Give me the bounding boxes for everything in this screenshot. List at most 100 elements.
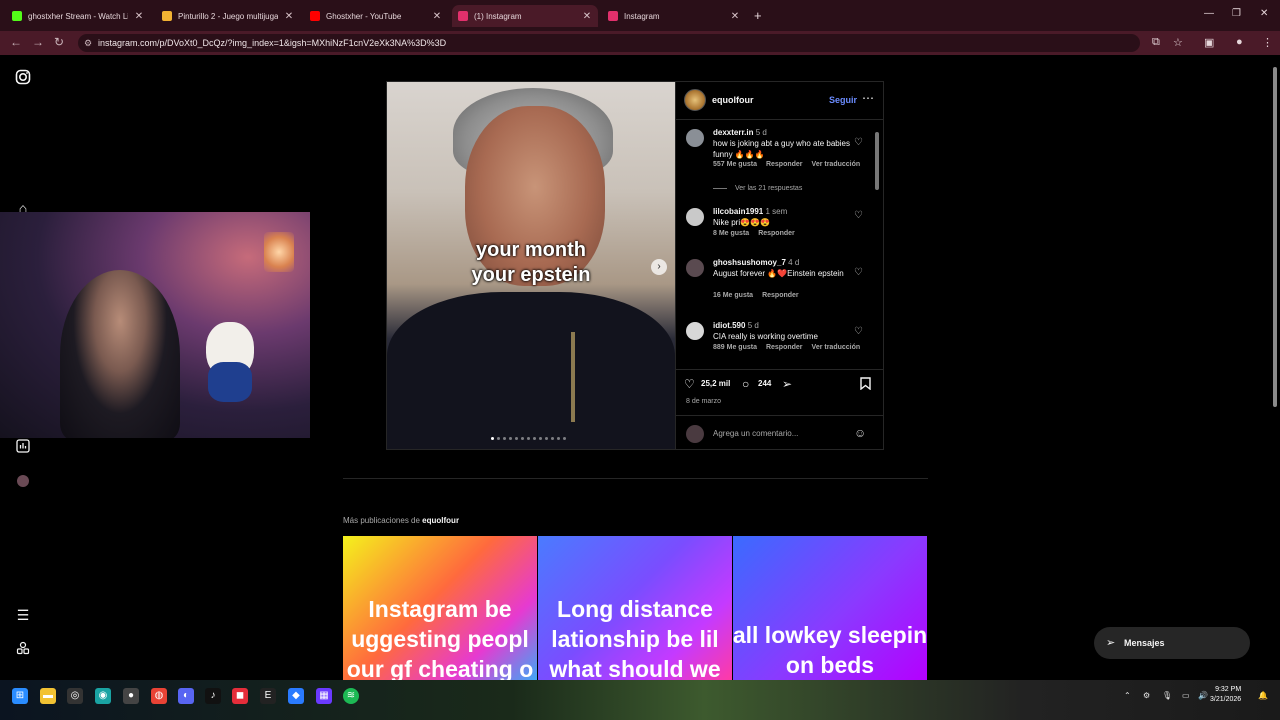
instagram-logo-icon[interactable]	[14, 69, 32, 87]
commenter-avatar[interactable]	[686, 208, 704, 226]
like-comment-icon[interactable]: ♡	[854, 326, 863, 337]
more-options-icon[interactable]: ⋯	[862, 91, 874, 105]
section-divider	[343, 478, 928, 479]
reply-button[interactable]: Responder	[766, 161, 803, 168]
dashboard-icon[interactable]	[14, 439, 32, 457]
file-explorer-icon[interactable]: ▬	[40, 688, 56, 704]
tiktok-icon[interactable]: ♪	[205, 688, 221, 704]
app-icon[interactable]: ▦	[316, 688, 332, 704]
tray-overflow-icon[interactable]: ⌃	[1124, 691, 1131, 700]
comments-scrollbar[interactable]	[874, 124, 880, 368]
page-scrollbar[interactable]	[1272, 63, 1278, 413]
scrollbar-thumb[interactable]	[875, 132, 879, 190]
like-comment-icon[interactable]: ♡	[854, 210, 863, 221]
close-window-icon[interactable]: ✕	[1260, 8, 1268, 19]
save-bookmark-icon[interactable]	[860, 377, 871, 393]
discord-icon[interactable]: ◐	[178, 688, 194, 704]
chrome-icon[interactable]: ◍	[151, 688, 167, 704]
comment-username[interactable]: dexxterr.in	[713, 128, 753, 137]
comment-likes[interactable]: 557 Me gusta	[713, 161, 757, 168]
spotify-icon[interactable]: ≋	[343, 688, 359, 704]
add-comment-input[interactable]: Agrega un comentario...	[713, 429, 798, 438]
tab-kick[interactable]: ghostxher Stream - Watch Live ✕	[6, 5, 150, 27]
close-tab-icon[interactable]: ✕	[432, 11, 442, 22]
author-username[interactable]: equolfour	[712, 95, 754, 105]
commenter-avatar[interactable]	[686, 259, 704, 277]
comment-icon[interactable]: ○	[742, 377, 749, 391]
app-icon[interactable]: ◉	[95, 688, 111, 704]
browser-menu-icon[interactable]: ⋮	[1262, 36, 1273, 49]
view-replies[interactable]: Ver las 21 respuestas	[713, 185, 802, 192]
post-image[interactable]: your month your epstein ›	[387, 82, 675, 449]
close-tab-icon[interactable]: ✕	[730, 11, 740, 22]
address-field[interactable]: ⚙ instagram.com/p/DVoXt0_DcQz/?img_index…	[78, 34, 1140, 52]
network-icon[interactable]: ▭	[1182, 691, 1190, 700]
app-icon[interactable]: ◎	[67, 688, 83, 704]
forward-icon[interactable]: →	[32, 35, 44, 49]
share-icon[interactable]: ➢	[782, 377, 792, 391]
back-icon[interactable]: ←	[10, 35, 22, 49]
follow-button[interactable]: Seguir	[829, 95, 857, 105]
side-panel-icon[interactable]: ▣	[1204, 36, 1214, 49]
new-tab-button[interactable]: +	[754, 8, 762, 23]
tab-pinturillo[interactable]: Pinturillo 2 - Juego multijugador ✕	[156, 5, 300, 27]
comment-time: 5 d	[755, 128, 767, 137]
install-app-icon[interactable]: ⧉	[1152, 36, 1160, 49]
reply-button[interactable]: Responder	[766, 344, 803, 351]
commenter-avatar[interactable]	[686, 129, 704, 147]
comment-username[interactable]: idiot.590	[713, 321, 745, 330]
menu-icon[interactable]: ☰	[14, 607, 32, 625]
epic-games-icon[interactable]: E	[260, 688, 276, 704]
messages-button[interactable]: ➢ Mensajes	[1094, 627, 1250, 659]
commenter-avatar[interactable]	[686, 322, 704, 340]
reply-button[interactable]: Responder	[758, 230, 795, 237]
obs-icon[interactable]: ●	[123, 688, 139, 704]
profile-avatar[interactable]: ●	[1236, 36, 1243, 48]
comment-likes[interactable]: 8 Me gusta	[713, 230, 749, 237]
comment-username[interactable]: lilcobain1991	[713, 207, 763, 216]
tray-settings-icon[interactable]: ⚙	[1143, 691, 1150, 700]
reply-button[interactable]: Responder	[762, 292, 799, 299]
tab-instagram-active[interactable]: (1) Instagram ✕	[452, 5, 598, 27]
microphone-icon[interactable]: 🎙	[1162, 691, 1172, 700]
like-comment-icon[interactable]: ♡	[854, 137, 863, 148]
profile-icon[interactable]	[14, 474, 32, 492]
translate-button[interactable]: Ver traducción	[812, 161, 861, 168]
tab-youtube[interactable]: Ghostxher - YouTube ✕	[304, 5, 448, 27]
tab-instagram[interactable]: Instagram ✕	[602, 5, 746, 27]
comment-likes[interactable]: 16 Me gusta	[713, 292, 753, 299]
comment-username[interactable]: ghoshsushomoy_7	[713, 258, 786, 267]
page-scrollbar-thumb[interactable]	[1273, 67, 1277, 407]
notification-icon[interactable]: 🔔	[1258, 691, 1268, 700]
minimize-icon[interactable]: —	[1204, 8, 1214, 19]
app-icon[interactable]: ◼	[232, 688, 248, 704]
author-avatar[interactable]	[684, 89, 706, 111]
also-from-meta-icon[interactable]	[14, 641, 32, 659]
like-icon[interactable]: ♡	[684, 377, 695, 391]
maximize-icon[interactable]: ❐	[1232, 8, 1241, 19]
app-icon[interactable]: ◆	[288, 688, 304, 704]
carousel-next-button[interactable]: ›	[651, 259, 667, 275]
translate-button[interactable]: Ver traducción	[812, 344, 861, 351]
close-tab-icon[interactable]: ✕	[284, 11, 294, 22]
taskbar-clock[interactable]: 9:32 PM 3/21/2026	[1210, 685, 1241, 705]
windows-start-icon[interactable]: ⊞	[12, 688, 28, 704]
site-info-icon[interactable]: ⚙	[84, 38, 92, 49]
comment-likes[interactable]: 889 Me gusta	[713, 344, 757, 351]
more-posts-username[interactable]: equolfour	[422, 516, 459, 525]
comment-time: 5 d	[747, 321, 759, 330]
more-post-thumbnail[interactable]: Instagram be uggesting peopl our gf chea…	[343, 536, 537, 680]
comment-text: how is joking abt a guy who ate babies f…	[713, 139, 850, 159]
like-comment-icon[interactable]: ♡	[854, 267, 863, 278]
post-overlay-text: your month your epstein	[387, 238, 675, 288]
likes-count[interactable]: 25,2 mil	[701, 379, 730, 388]
post-side-panel: equolfour Seguir ⋯ dexxterr.in 5 d how i…	[675, 82, 884, 449]
close-tab-icon[interactable]: ✕	[582, 11, 592, 22]
emoji-icon[interactable]: ☺	[854, 426, 866, 440]
reload-icon[interactable]: ↻	[54, 35, 64, 49]
close-tab-icon[interactable]: ✕	[134, 11, 144, 22]
volume-icon[interactable]: 🔊	[1198, 691, 1208, 700]
bookmark-star-icon[interactable]: ☆	[1173, 36, 1183, 49]
more-post-thumbnail[interactable]: Long distance lationship be lil what sho…	[538, 536, 732, 680]
more-post-thumbnail[interactable]: all lowkey sleepin on beds	[733, 536, 927, 680]
